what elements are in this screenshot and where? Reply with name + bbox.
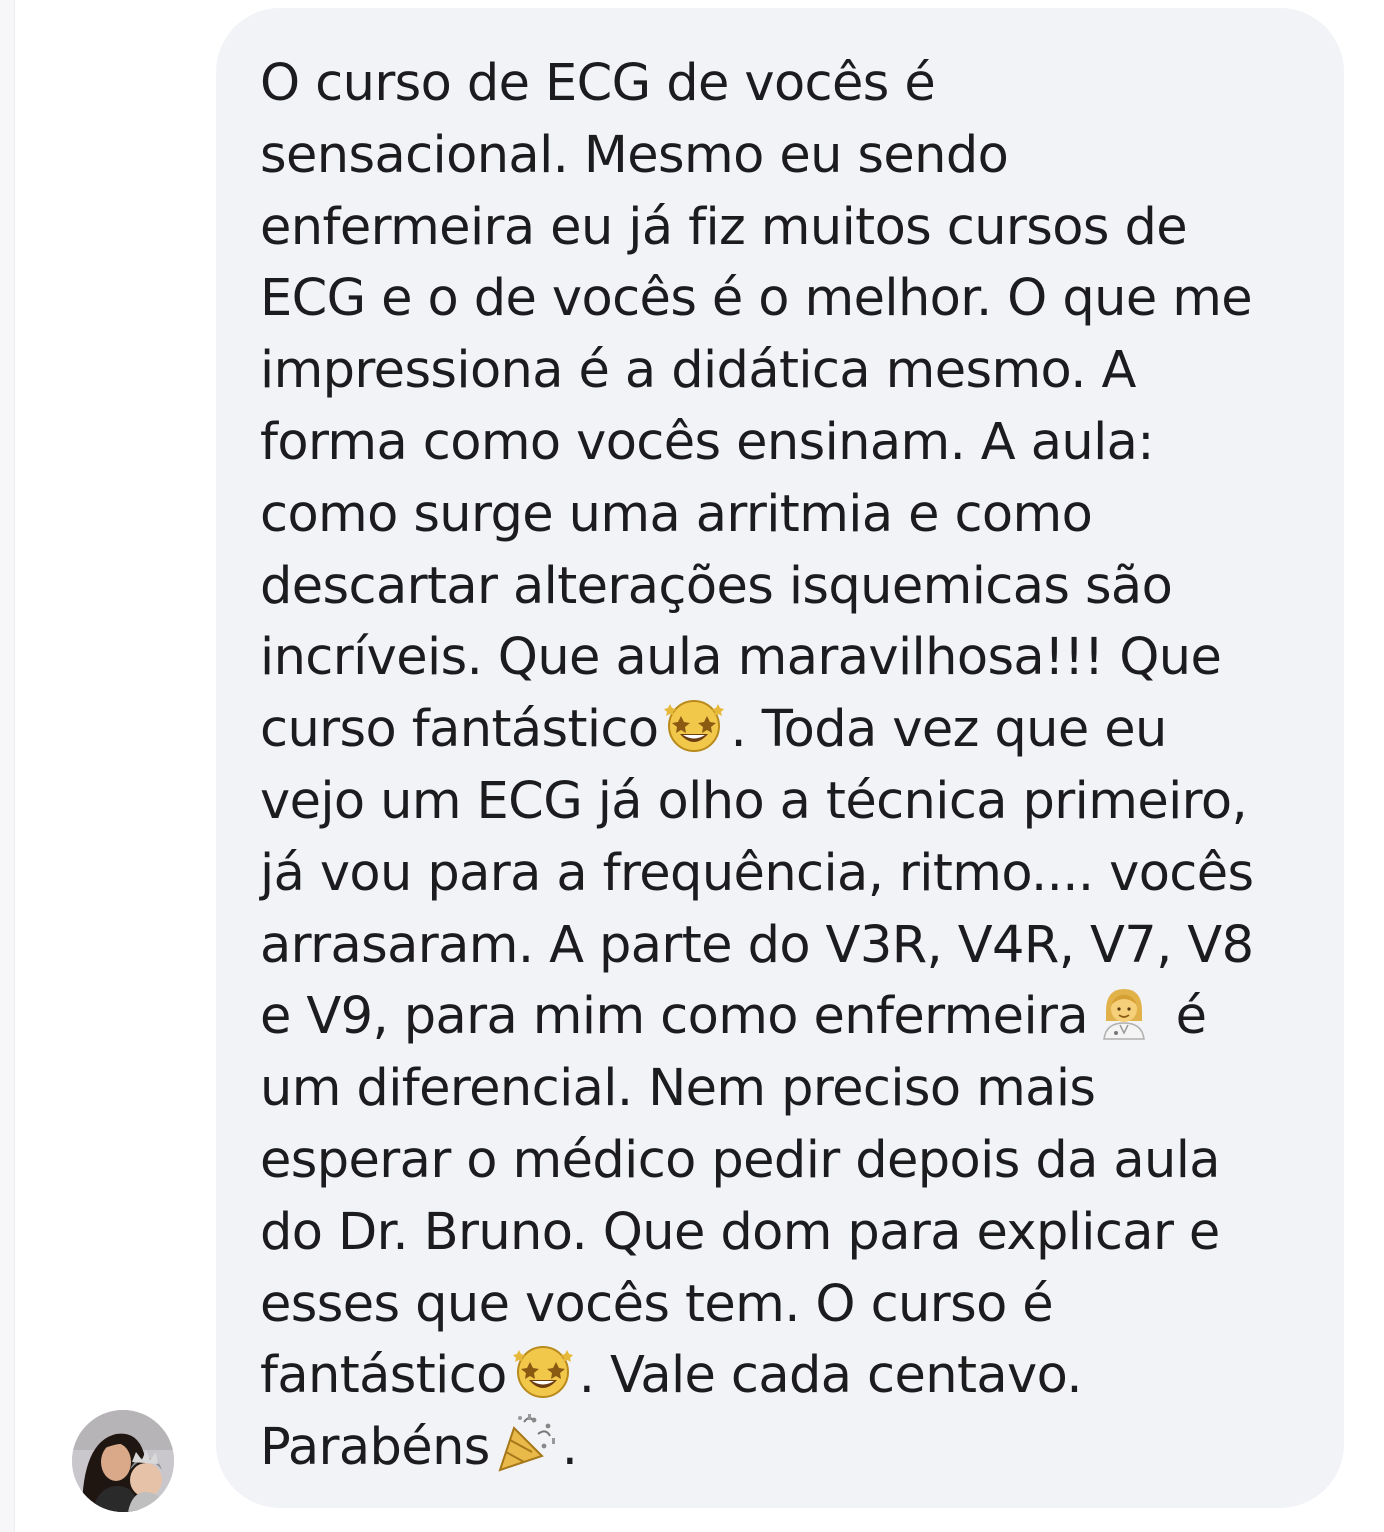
message-line-14-end: é <box>1160 987 1207 1047</box>
message-line-20-start: Parabéns <box>260 1418 490 1478</box>
message-line-19-start: fantástico <box>260 1346 507 1406</box>
message-bubble[interactable]: O curso de ECG de vocês é sensacional. M… <box>216 8 1344 1508</box>
chat-screen: O curso de ECG de vocês é sensacional. M… <box>0 0 1384 1532</box>
message-line-17: do Dr. Bruno. Que dom para explicar e <box>260 1202 1220 1262</box>
message-line-16: esperar o médico pedir depois da aula <box>260 1130 1221 1190</box>
message-line-18: esses que vocês tem. O curso é <box>260 1274 1054 1334</box>
message-line-6: forma como vocês ensinam. A aula: <box>260 412 1155 472</box>
message-line-2: sensacional. Mesmo eu sendo <box>260 125 1009 185</box>
avatar[interactable] <box>72 1410 174 1512</box>
message-line-7: como surge uma arritmia e como <box>260 484 1093 544</box>
woman-health-worker-icon <box>1092 981 1156 1041</box>
message-line-4: ECG e o de vocês é o melhor. O que me <box>260 269 1253 329</box>
message-line-14: e V9, para mim como enfermeira é <box>260 981 1320 1053</box>
avatar-photo <box>72 1410 174 1512</box>
message-line-12: já vou para a frequência, ritmo.... você… <box>260 843 1254 903</box>
message-line-8: descartar alterações isquemicas são <box>260 556 1173 616</box>
message-line-11: vejo um ECG já olho a técnica primeiro, <box>260 771 1248 831</box>
message-line-5: impressiona é a didática mesmo. A <box>260 341 1136 401</box>
message-line-10-start: curso fantástico <box>260 700 659 760</box>
message-line-19-end: . Vale cada centavo. <box>578 1346 1083 1406</box>
message-line-13: arrasaram. A parte do V3R, V4R, V7, V8 <box>260 915 1254 975</box>
message-line-3: enfermeira eu já fiz muitos cursos de <box>260 197 1188 257</box>
message-line-19: fantástico . Vale cada centavo. <box>260 1340 1320 1412</box>
message-line-15: um diferencial. Nem preciso mais <box>260 1059 1096 1119</box>
party-popper-icon <box>494 1412 558 1472</box>
message-line-9: incríveis. Que aula maravilhosa!!! Que <box>260 628 1222 688</box>
message-line-14-start: e V9, para mim como enfermeira <box>260 987 1089 1047</box>
message-line-20: Parabéns. <box>260 1412 1320 1484</box>
message-text: O curso de ECG de vocês é sensacional. M… <box>260 48 1320 1484</box>
message-line-1: O curso de ECG de vocês é <box>260 54 936 113</box>
left-edge-divider <box>0 0 15 1532</box>
star-struck-icon <box>511 1340 575 1400</box>
message-line-20-end: . <box>561 1418 578 1478</box>
message-line-10-end: . Toda vez que eu <box>730 700 1167 760</box>
message-line-10: curso fantástico . Toda vez que eu <box>260 694 1320 766</box>
star-struck-icon <box>662 694 726 754</box>
